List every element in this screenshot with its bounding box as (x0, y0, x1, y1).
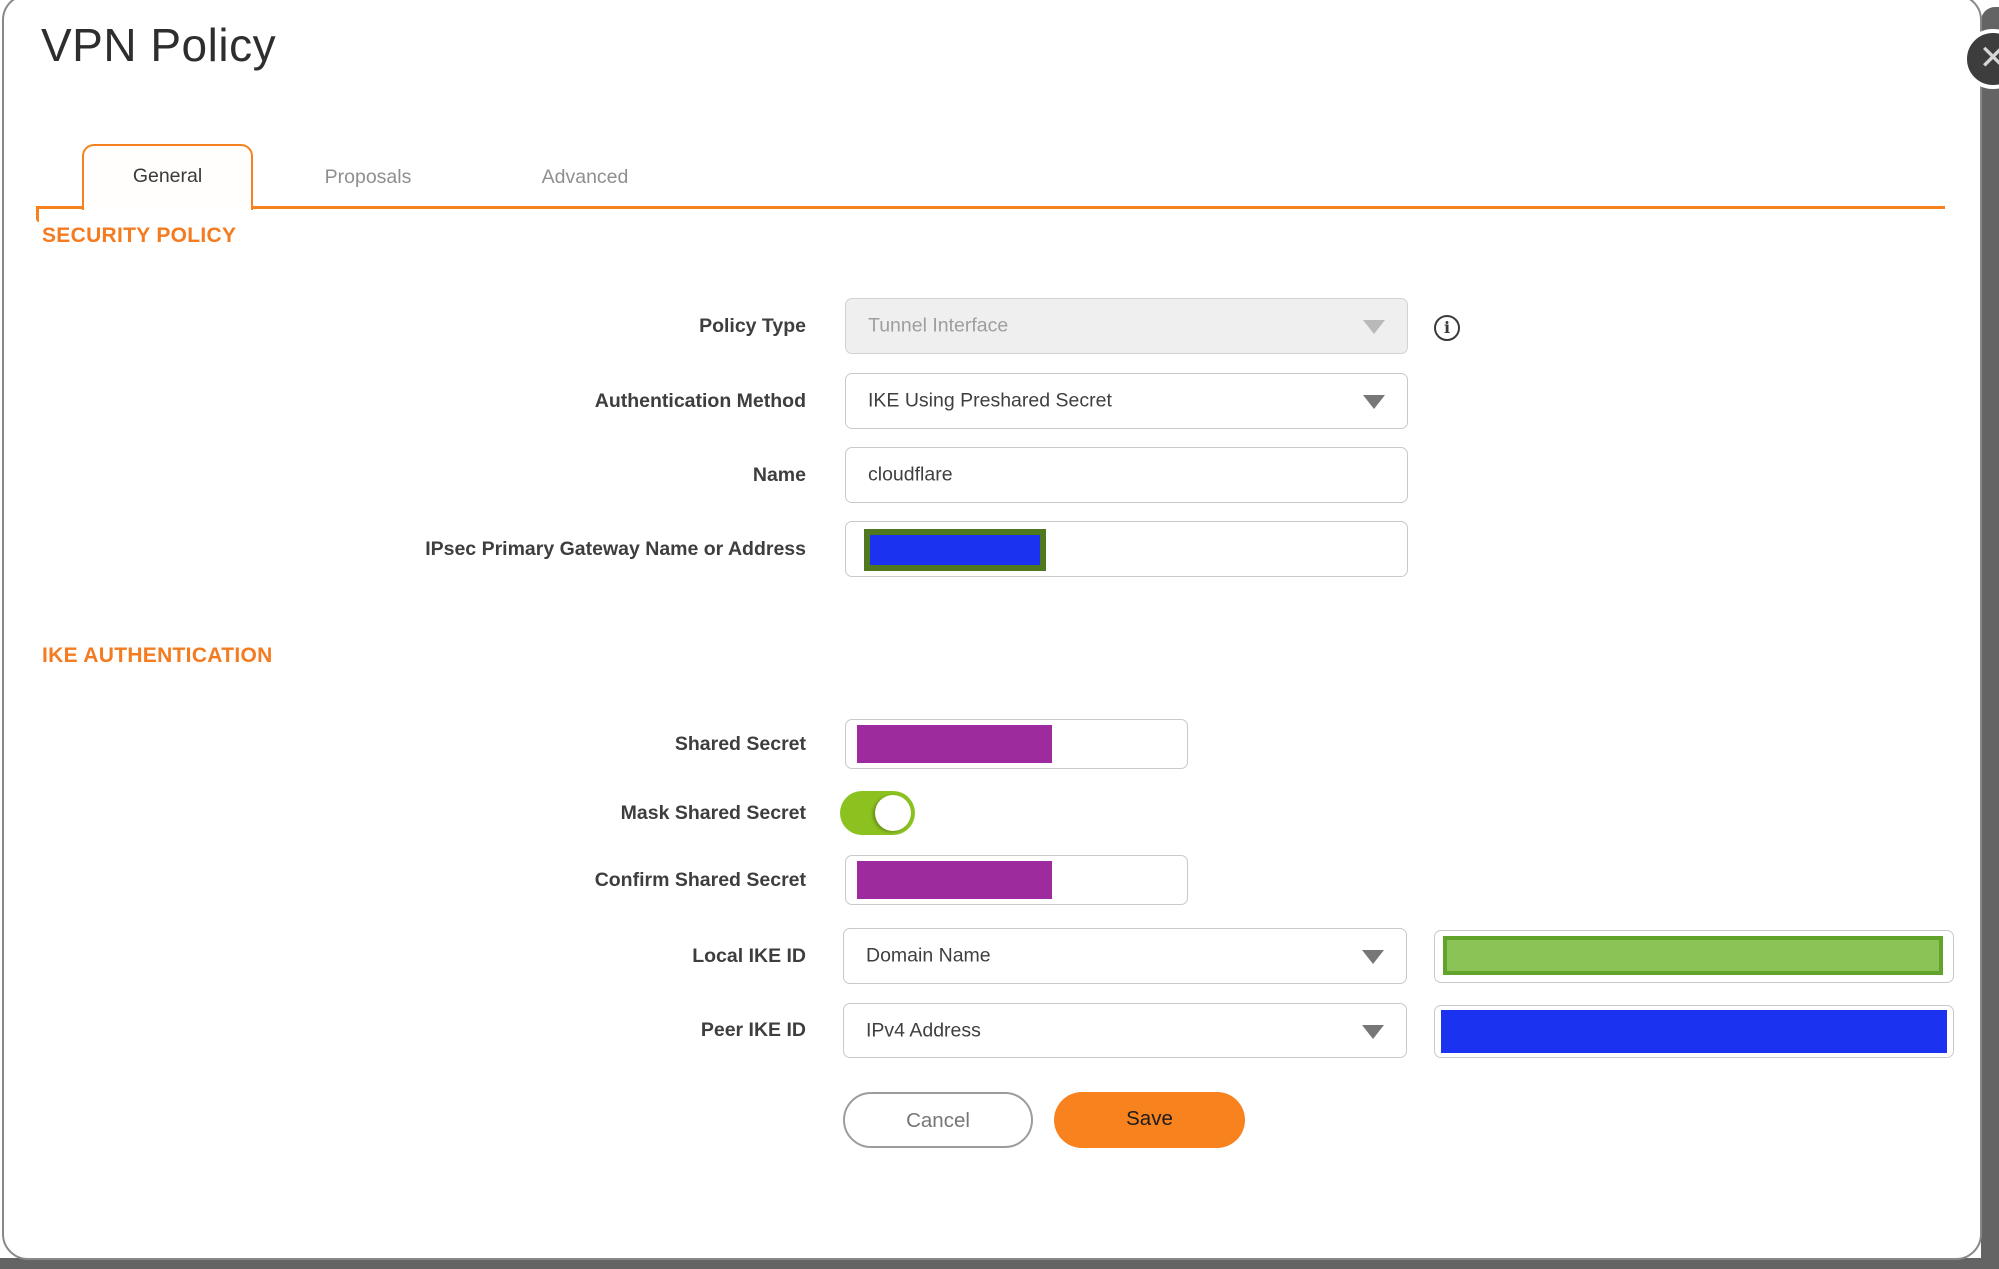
peer-ike-id-value-input[interactable] (1434, 1005, 1954, 1058)
peer-ike-id-redaction-box (1441, 1010, 1947, 1053)
page-title: VPN Policy (41, 19, 277, 71)
gateway-redaction-box (864, 529, 1046, 571)
tab-advanced[interactable]: Advanced (505, 160, 665, 194)
vpn-policy-dialog: ✕ VPN Policy General Proposals Advanced … (0, 0, 1999, 1269)
authentication-method-label: Authentication Method (594, 390, 806, 412)
name-value: cloudflare (868, 463, 953, 486)
policy-type-select: Tunnel Interface (845, 298, 1408, 354)
page-backdrop-bottom (0, 1258, 1999, 1269)
section-ike-authentication: IKE AUTHENTICATION (42, 644, 273, 667)
chevron-down-icon (1363, 395, 1385, 409)
toggle-knob (875, 795, 911, 831)
cancel-button[interactable]: Cancel (843, 1092, 1033, 1148)
tab-general[interactable]: General (82, 144, 253, 210)
policy-type-label: Policy Type (699, 315, 806, 337)
policy-type-value: Tunnel Interface (868, 314, 1009, 337)
chevron-down-icon (1362, 950, 1384, 964)
ipsec-primary-gateway-label: IPsec Primary Gateway Name or Address (425, 538, 806, 560)
local-ike-id-value-input[interactable] (1434, 930, 1954, 983)
tab-underline-end (36, 206, 39, 222)
close-icon[interactable]: ✕ (1963, 29, 1999, 89)
tab-underline (36, 206, 1945, 209)
name-input[interactable]: cloudflare (845, 447, 1408, 503)
authentication-method-value: IKE Using Preshared Secret (868, 389, 1112, 412)
shared-secret-input[interactable] (845, 719, 1188, 769)
local-ike-id-redaction-box (1443, 936, 1943, 975)
local-ike-id-value: Domain Name (866, 944, 991, 967)
peer-ike-id-select[interactable]: IPv4 Address (843, 1003, 1407, 1058)
shared-secret-redaction-box (857, 725, 1052, 763)
shared-secret-label: Shared Secret (674, 733, 806, 755)
peer-ike-id-label: Peer IKE ID (700, 1019, 806, 1041)
chevron-down-icon (1362, 1024, 1384, 1039)
mask-shared-secret-toggle[interactable] (840, 791, 915, 835)
save-button[interactable]: Save (1054, 1092, 1245, 1148)
confirm-shared-secret-input[interactable] (845, 855, 1188, 905)
authentication-method-select[interactable]: IKE Using Preshared Secret (845, 373, 1408, 429)
local-ike-id-label: Local IKE ID (692, 945, 806, 967)
name-label: Name (752, 464, 806, 486)
confirm-shared-secret-label: Confirm Shared Secret (594, 869, 806, 891)
chevron-down-icon (1363, 320, 1385, 334)
confirm-shared-secret-redaction-box (857, 861, 1052, 899)
mask-shared-secret-label: Mask Shared Secret (620, 802, 806, 824)
peer-ike-id-value: IPv4 Address (866, 1019, 981, 1041)
page-backdrop-right (1981, 7, 1999, 1269)
info-icon[interactable]: i (1434, 315, 1460, 341)
tab-proposals[interactable]: Proposals (288, 160, 448, 194)
section-security-policy: SECURITY POLICY (42, 224, 237, 247)
local-ike-id-select[interactable]: Domain Name (843, 928, 1407, 984)
ipsec-primary-gateway-input[interactable] (845, 521, 1408, 577)
